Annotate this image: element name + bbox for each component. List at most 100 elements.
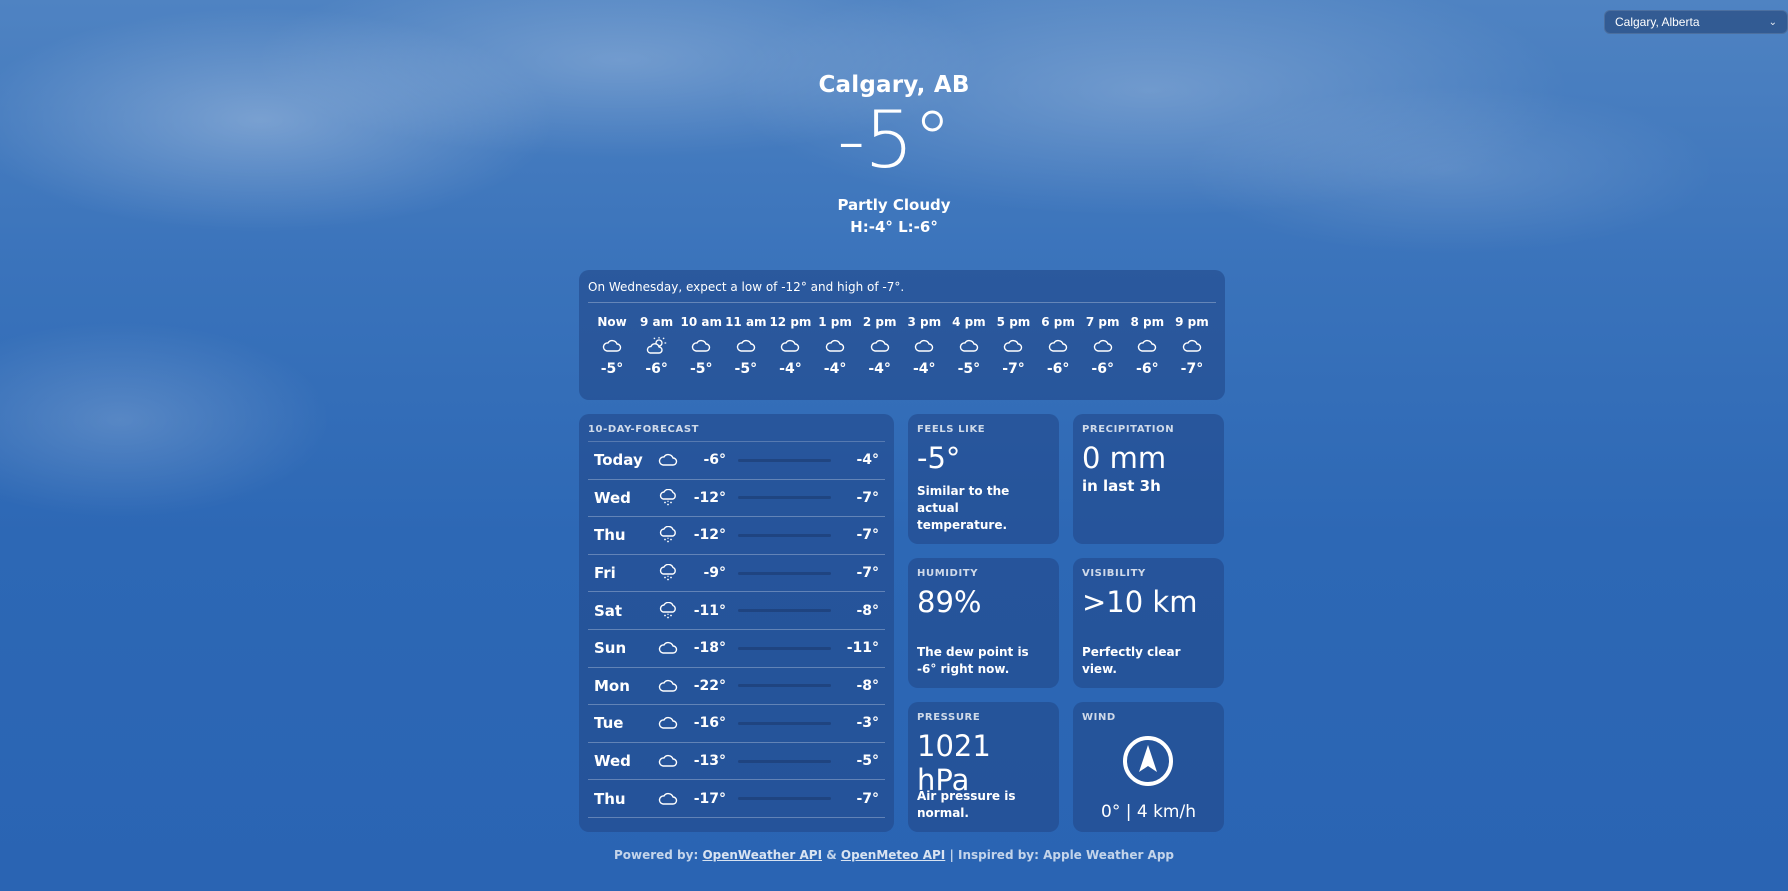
day-low: -18° bbox=[693, 640, 726, 657]
current-temperature: -5° bbox=[837, 96, 952, 186]
cloud-icon bbox=[1170, 333, 1214, 359]
footer: Powered by: OpenWeather API & OpenMeteo … bbox=[0, 848, 1788, 862]
day-name: Wed bbox=[594, 752, 631, 771]
hour-label: 3 pm bbox=[907, 315, 942, 329]
day-low: -11° bbox=[693, 602, 726, 619]
ten-day-title: 10-DAY-FORECAST bbox=[588, 424, 885, 442]
precipitation-title: PRECIPITATION bbox=[1082, 424, 1175, 435]
hour-label: 9 am bbox=[640, 315, 674, 329]
city-name: Calgary, AB bbox=[818, 72, 970, 98]
day-high: -5° bbox=[856, 753, 879, 770]
chevron-down-icon: ⌄ bbox=[1768, 16, 1777, 28]
hour-temp: -5° bbox=[734, 361, 758, 377]
hour-label: 12 pm bbox=[769, 315, 812, 329]
day-name: Today bbox=[594, 451, 643, 470]
hour-item: 12 pm -4° bbox=[768, 315, 812, 377]
hour-label: 8 pm bbox=[1130, 315, 1165, 329]
hour-item: 8 pm -6° bbox=[1125, 315, 1169, 377]
hourly-summary: On Wednesday, expect a low of -12° and h… bbox=[588, 280, 1216, 303]
temperature-range-bar bbox=[738, 533, 831, 537]
day-name: Thu bbox=[594, 526, 626, 545]
humidity-card: HUMIDITY 89% The dew point is -6° right … bbox=[908, 558, 1059, 688]
temperature-range-bar bbox=[738, 759, 831, 763]
hourly-list: Now -5° 9 am -6° 10 am -5° 11 am -5° 12 pm -4° 1 p… bbox=[588, 303, 1216, 377]
humidity-title: HUMIDITY bbox=[917, 568, 979, 579]
sun-cloud-icon bbox=[635, 333, 679, 359]
hour-temp: -5° bbox=[689, 361, 713, 377]
cloud-icon bbox=[658, 791, 690, 807]
hour-label: 5 pm bbox=[996, 315, 1031, 329]
feels-like-desc: Similar to the actual temperature. bbox=[917, 484, 1010, 532]
hour-temp: -4° bbox=[779, 361, 802, 377]
cloud-icon bbox=[590, 333, 634, 359]
cloud-icon bbox=[1081, 333, 1125, 359]
day-low: -13° bbox=[693, 753, 726, 770]
day-name: Thu bbox=[594, 789, 626, 808]
day-row: Thu -12° -7° bbox=[588, 517, 885, 555]
hour-temp: -6° bbox=[1136, 361, 1159, 377]
hour-temp: -7° bbox=[1002, 361, 1025, 377]
hour-item: 10 am -5° bbox=[679, 315, 723, 377]
location-select-value: Calgary, Alberta bbox=[1615, 15, 1700, 29]
day-high: -7° bbox=[856, 565, 879, 582]
pressure-title: PRESSURE bbox=[917, 712, 981, 723]
openmeteo-link[interactable]: OpenMeteo API bbox=[841, 848, 945, 862]
day-name: Wed bbox=[594, 488, 631, 507]
visibility-card: VISIBILITY >10 km Perfectly clear view. bbox=[1073, 558, 1224, 688]
openweather-link[interactable]: OpenWeather API bbox=[702, 848, 822, 862]
current-condition: Partly Cloudy bbox=[837, 196, 951, 214]
day-high: -7° bbox=[856, 790, 879, 807]
hour-label: 1 pm bbox=[818, 315, 852, 329]
day-row: Wed -13° -5° bbox=[588, 743, 885, 781]
visibility-desc: Perfectly clear view. bbox=[1082, 645, 1181, 676]
snow-cloud-icon bbox=[658, 601, 690, 620]
hour-item: 11 am -5° bbox=[724, 315, 768, 377]
snow-cloud-icon bbox=[658, 488, 690, 507]
hour-temp: -4° bbox=[912, 361, 936, 377]
day-row: Sun -18° -11° bbox=[588, 630, 885, 668]
day-low: -17° bbox=[693, 790, 726, 807]
day-name: Sat bbox=[594, 601, 623, 620]
cloud-icon bbox=[658, 715, 690, 731]
cloud-icon bbox=[991, 333, 1035, 359]
temperature-range-bar bbox=[738, 571, 831, 575]
day-row: Tue -16° -3° bbox=[588, 705, 885, 743]
cloud-icon bbox=[858, 333, 902, 359]
precipitation-value: 0 mm bbox=[1082, 441, 1167, 475]
hour-label: 4 pm bbox=[952, 315, 986, 329]
day-row: Sat -11° -8° bbox=[588, 592, 885, 630]
location-select[interactable]: Calgary, Alberta ⌄ bbox=[1604, 10, 1788, 34]
hourly-forecast: On Wednesday, expect a low of -12° and h… bbox=[579, 270, 1225, 400]
day-low: -12° bbox=[693, 527, 726, 544]
hour-temp: -4° bbox=[868, 361, 891, 377]
hour-item: 9 pm -7° bbox=[1170, 315, 1214, 377]
hour-label: 6 pm bbox=[1041, 315, 1075, 329]
high-low: H:-4° L:-6° bbox=[850, 218, 938, 236]
hour-label: 2 pm bbox=[862, 315, 897, 329]
cloud-icon bbox=[679, 333, 723, 359]
hour-item: Now -5° bbox=[590, 315, 634, 377]
hour-label: 11 am bbox=[725, 315, 767, 329]
humidity-value: 89% bbox=[917, 585, 982, 619]
day-name: Tue bbox=[594, 714, 624, 733]
cloud-icon bbox=[658, 452, 690, 468]
day-high: -4° bbox=[856, 452, 879, 469]
compass-arrow-icon bbox=[1121, 734, 1175, 788]
current-weather: Calgary, AB -5° Partly Cloudy H:-4° L:-6… bbox=[0, 72, 1788, 236]
cloud-icon bbox=[724, 333, 768, 359]
pressure-value: 1021 hPa bbox=[917, 729, 991, 797]
humidity-desc: The dew point is -6° right now. bbox=[917, 645, 1029, 676]
temperature-range-bar bbox=[738, 609, 831, 613]
day-row: Mon -22° -8° bbox=[588, 668, 885, 706]
ten-day-list: Today -6° -4° Wed -12° -7° Thu -12° -7° Fri -9° -7°… bbox=[588, 442, 885, 818]
feels-like-title: FEELS LIKE bbox=[917, 424, 986, 435]
temperature-range-bar bbox=[738, 797, 831, 801]
ten-day-forecast: 10-DAY-FORECAST Today -6° -4° Wed -12° -7° Thu… bbox=[579, 414, 894, 832]
temperature-range-bar bbox=[738, 684, 831, 688]
footer-prefix: Powered by: bbox=[613, 848, 699, 862]
wind-value: 0° | 4 km/h bbox=[1101, 802, 1196, 822]
hour-item: 1 pm -4° bbox=[813, 315, 857, 377]
cloud-icon bbox=[902, 333, 946, 359]
cloud-icon bbox=[1125, 333, 1169, 359]
temperature-range-bar bbox=[738, 721, 831, 725]
